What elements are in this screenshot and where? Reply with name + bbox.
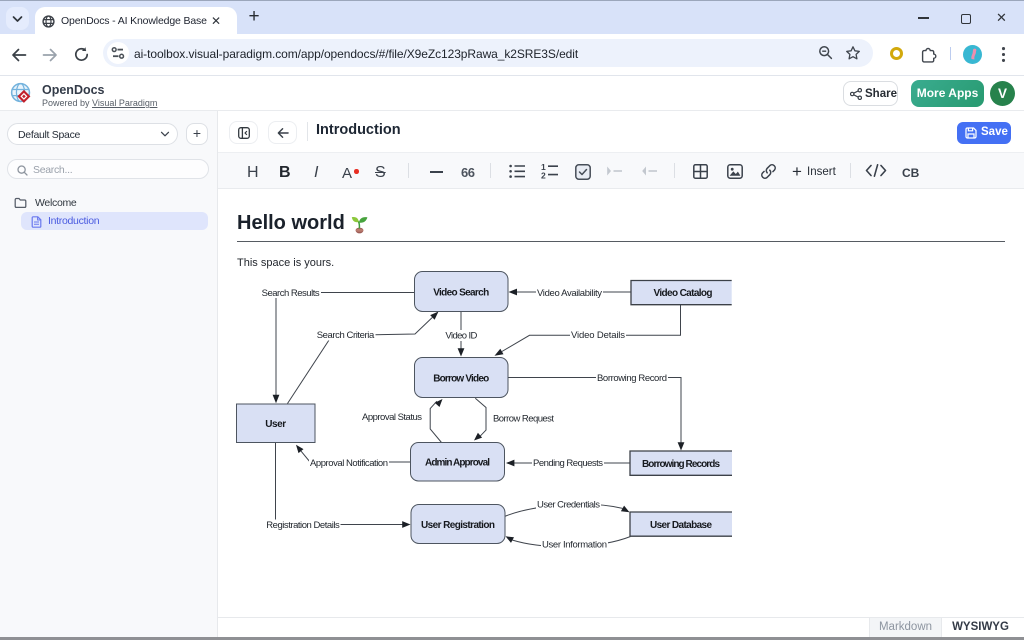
- svg-text:Borrowing Records: Borrowing Records: [642, 459, 720, 470]
- svg-text:User Database: User Database: [650, 520, 712, 531]
- svg-text:Video Search: Video Search: [433, 288, 489, 299]
- svg-text:Registration Details: Registration Details: [266, 520, 340, 531]
- svg-text:Search Criteria: Search Criteria: [317, 330, 375, 341]
- svg-text:Borrowing Record: Borrowing Record: [597, 373, 667, 384]
- svg-text:Pending Requests: Pending Requests: [533, 458, 603, 469]
- svg-text:Admin Approval: Admin Approval: [425, 458, 490, 469]
- svg-text:User Credentials: User Credentials: [537, 500, 600, 511]
- svg-text:Approval Status: Approval Status: [362, 412, 422, 423]
- svg-text:Borrow Request: Borrow Request: [493, 414, 554, 425]
- svg-text:Borrow Video: Borrow Video: [433, 374, 489, 385]
- svg-text:User Registration: User Registration: [421, 520, 495, 531]
- svg-text:Video Availability: Video Availability: [537, 288, 602, 299]
- svg-text:Video Details: Video Details: [571, 330, 625, 341]
- svg-text:User Information: User Information: [542, 540, 607, 551]
- svg-text:Video Catalog: Video Catalog: [654, 288, 713, 299]
- svg-text:Search Results: Search Results: [262, 288, 320, 299]
- svg-text:User: User: [265, 419, 286, 430]
- svg-text:Approval Notification: Approval Notification: [310, 458, 388, 469]
- svg-text:Video ID: Video ID: [445, 331, 477, 342]
